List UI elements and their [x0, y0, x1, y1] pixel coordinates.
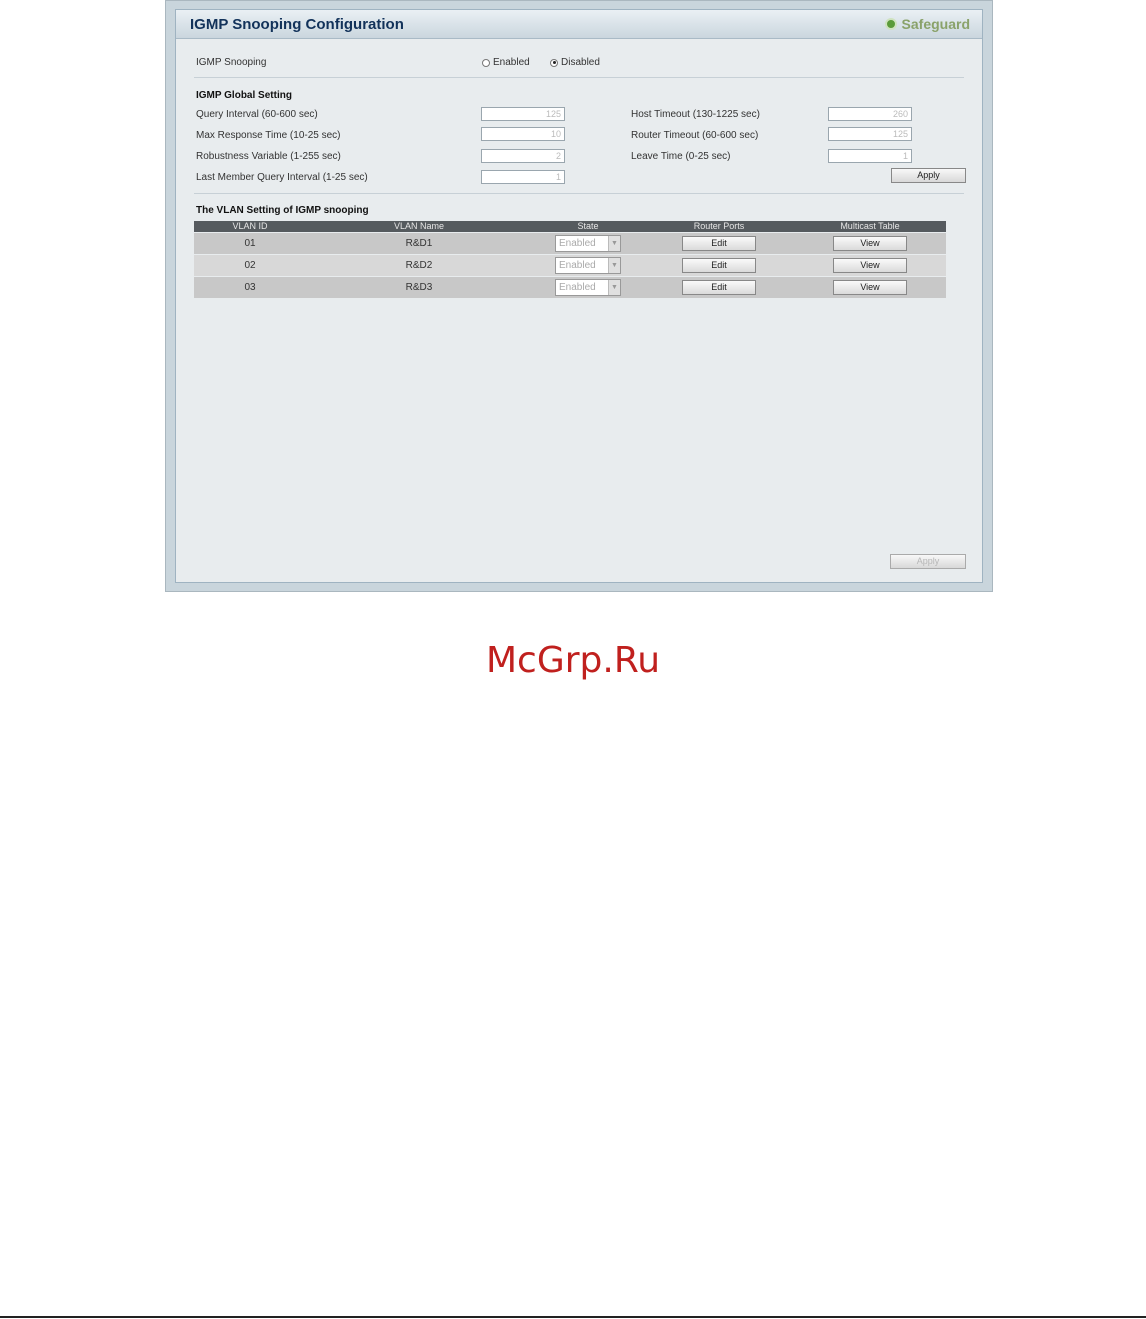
radio-disabled-label: Disabled: [561, 57, 600, 68]
multicast-table-cell: View: [794, 236, 946, 251]
watermark-text: McGrp.Ru: [485, 640, 661, 681]
router-ports-cell: Edit: [644, 258, 794, 273]
vlan-setting-heading: The VLAN Setting of IGMP snooping: [196, 205, 369, 216]
robustness-label: Robustness Variable (1-255 sec): [196, 151, 341, 162]
vlan-id-cell: 02: [244, 260, 256, 271]
global-apply-button[interactable]: Apply: [891, 168, 966, 183]
state-select[interactable]: Enabled ▼: [555, 235, 621, 252]
last-member-input[interactable]: [481, 170, 565, 184]
config-window: IGMP Snooping Configuration Safeguard IG…: [175, 9, 983, 583]
screenshot-frame: IGMP Snooping Configuration Safeguard IG…: [165, 0, 993, 592]
max-response-input[interactable]: [481, 127, 565, 141]
view-multicast-table-button[interactable]: View: [833, 280, 907, 295]
edit-router-ports-button[interactable]: Edit: [682, 258, 756, 273]
column-header: Multicast Table: [840, 221, 900, 231]
vlan-name-cell: R&D3: [405, 282, 433, 293]
state-select-value: Enabled: [559, 238, 596, 249]
state-cell: Enabled ▼: [532, 279, 644, 296]
table-row: 02 R&D2 Enabled ▼ Edit View: [194, 254, 946, 276]
router-timeout-input[interactable]: [828, 127, 912, 141]
brand-label: Safeguard: [901, 16, 970, 32]
vlan-id-cell: 01: [244, 238, 256, 249]
chevron-down-icon[interactable]: ▼: [608, 258, 620, 273]
green-circle-icon: [884, 18, 897, 30]
vlan-id-cell: 03: [244, 282, 256, 293]
divider: [194, 77, 964, 78]
vlan-name-cell: R&D2: [405, 260, 433, 271]
vlan-table: VLAN ID VLAN Name State Router Ports Mul…: [194, 221, 946, 298]
page-bottom-rule: [0, 1316, 1146, 1318]
state-cell: Enabled ▼: [532, 235, 644, 252]
table-row: 01 R&D1 Enabled ▼ Edit View: [194, 232, 946, 254]
vlan-table-header: VLAN ID VLAN Name State Router Ports Mul…: [194, 221, 946, 232]
state-cell: Enabled ▼: [532, 257, 644, 274]
column-header: VLAN Name: [393, 221, 445, 231]
router-ports-cell: Edit: [644, 236, 794, 251]
state-select[interactable]: Enabled ▼: [555, 257, 621, 274]
table-row: 03 R&D3 Enabled ▼ Edit View: [194, 276, 946, 298]
query-interval-label: Query Interval (60-600 sec): [196, 109, 318, 120]
last-member-label: Last Member Query Interval (1-25 sec): [196, 172, 368, 183]
view-multicast-table-button[interactable]: View: [833, 236, 907, 251]
multicast-table-cell: View: [794, 280, 946, 295]
leave-time-label: Leave Time (0-25 sec): [631, 151, 731, 162]
robustness-input[interactable]: [481, 149, 565, 163]
radio-enabled-label: Enabled: [493, 57, 530, 68]
edit-router-ports-button[interactable]: Edit: [682, 280, 756, 295]
igmp-snooping-label: IGMP Snooping: [196, 57, 267, 68]
state-select-value: Enabled: [559, 282, 596, 293]
multicast-table-cell: View: [794, 258, 946, 273]
max-response-label: Max Response Time (10-25 sec): [196, 130, 341, 141]
radio-disabled[interactable]: Disabled: [550, 57, 600, 68]
vlan-name-cell: R&D1: [405, 238, 433, 249]
chevron-down-icon[interactable]: ▼: [608, 236, 620, 251]
chevron-down-icon[interactable]: ▼: [608, 280, 620, 295]
divider: [194, 193, 964, 194]
host-timeout-label: Host Timeout (130-1225 sec): [631, 109, 760, 120]
edit-router-ports-button[interactable]: Edit: [682, 236, 756, 251]
query-interval-input[interactable]: [481, 107, 565, 121]
host-timeout-input[interactable]: [828, 107, 912, 121]
router-timeout-label: Router Timeout (60-600 sec): [631, 130, 759, 141]
footer-apply-button[interactable]: Apply: [890, 554, 966, 569]
column-header: VLAN ID: [232, 221, 268, 231]
column-header: Router Ports: [693, 221, 745, 231]
router-ports-cell: Edit: [644, 280, 794, 295]
state-select[interactable]: Enabled ▼: [555, 279, 621, 296]
radio-enabled[interactable]: Enabled: [482, 57, 530, 68]
radio-enabled-icon[interactable]: [482, 58, 490, 67]
brand-logo: Safeguard: [884, 16, 970, 32]
view-multicast-table-button[interactable]: View: [833, 258, 907, 273]
title-bar: IGMP Snooping Configuration Safeguard: [176, 10, 982, 39]
state-select-value: Enabled: [559, 260, 596, 271]
page-title: IGMP Snooping Configuration: [190, 16, 404, 33]
vlan-table-body: 01 R&D1 Enabled ▼ Edit View 02 R&D2 Enab…: [194, 232, 946, 298]
column-header: State: [577, 221, 599, 231]
leave-time-input[interactable]: [828, 149, 912, 163]
radio-disabled-icon[interactable]: [550, 58, 558, 67]
global-setting-heading: IGMP Global Setting: [196, 90, 292, 101]
